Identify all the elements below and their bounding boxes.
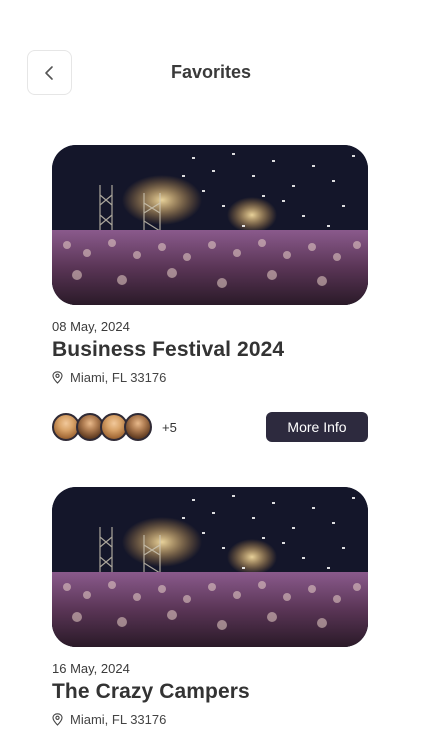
avatar (124, 413, 152, 441)
event-location: Miami, FL 33176 (52, 712, 368, 727)
attendees-row: +5 More Info (52, 411, 368, 443)
event-image[interactable] (52, 145, 368, 305)
event-title: The Crazy Campers (52, 680, 250, 703)
page-title: Favorites (170, 62, 252, 82)
event-image[interactable] (52, 487, 368, 647)
event-card[interactable]: 16 May, 2024 The Crazy Campers Miami, FL… (52, 487, 368, 727)
attendees-extra-count: +5 (162, 419, 177, 435)
event-date: 08 May, 2024 (52, 319, 130, 334)
event-location-text: Miami, FL 33176 (70, 370, 167, 385)
event-card[interactable]: 08 May, 2024 Business Festival 2024 Miam… (52, 145, 368, 443)
event-location: Miami, FL 33176 (52, 370, 368, 385)
event-title: Business Festival 2024 (52, 338, 285, 361)
event-location-text: Miami, FL 33176 (70, 712, 167, 727)
location-pin-icon (52, 371, 63, 384)
header: Favorites (0, 50, 422, 96)
event-date: 16 May, 2024 (52, 661, 130, 676)
attendee-avatars (52, 413, 152, 441)
location-pin-icon (52, 713, 63, 726)
more-info-button[interactable]: More Info (266, 412, 368, 442)
